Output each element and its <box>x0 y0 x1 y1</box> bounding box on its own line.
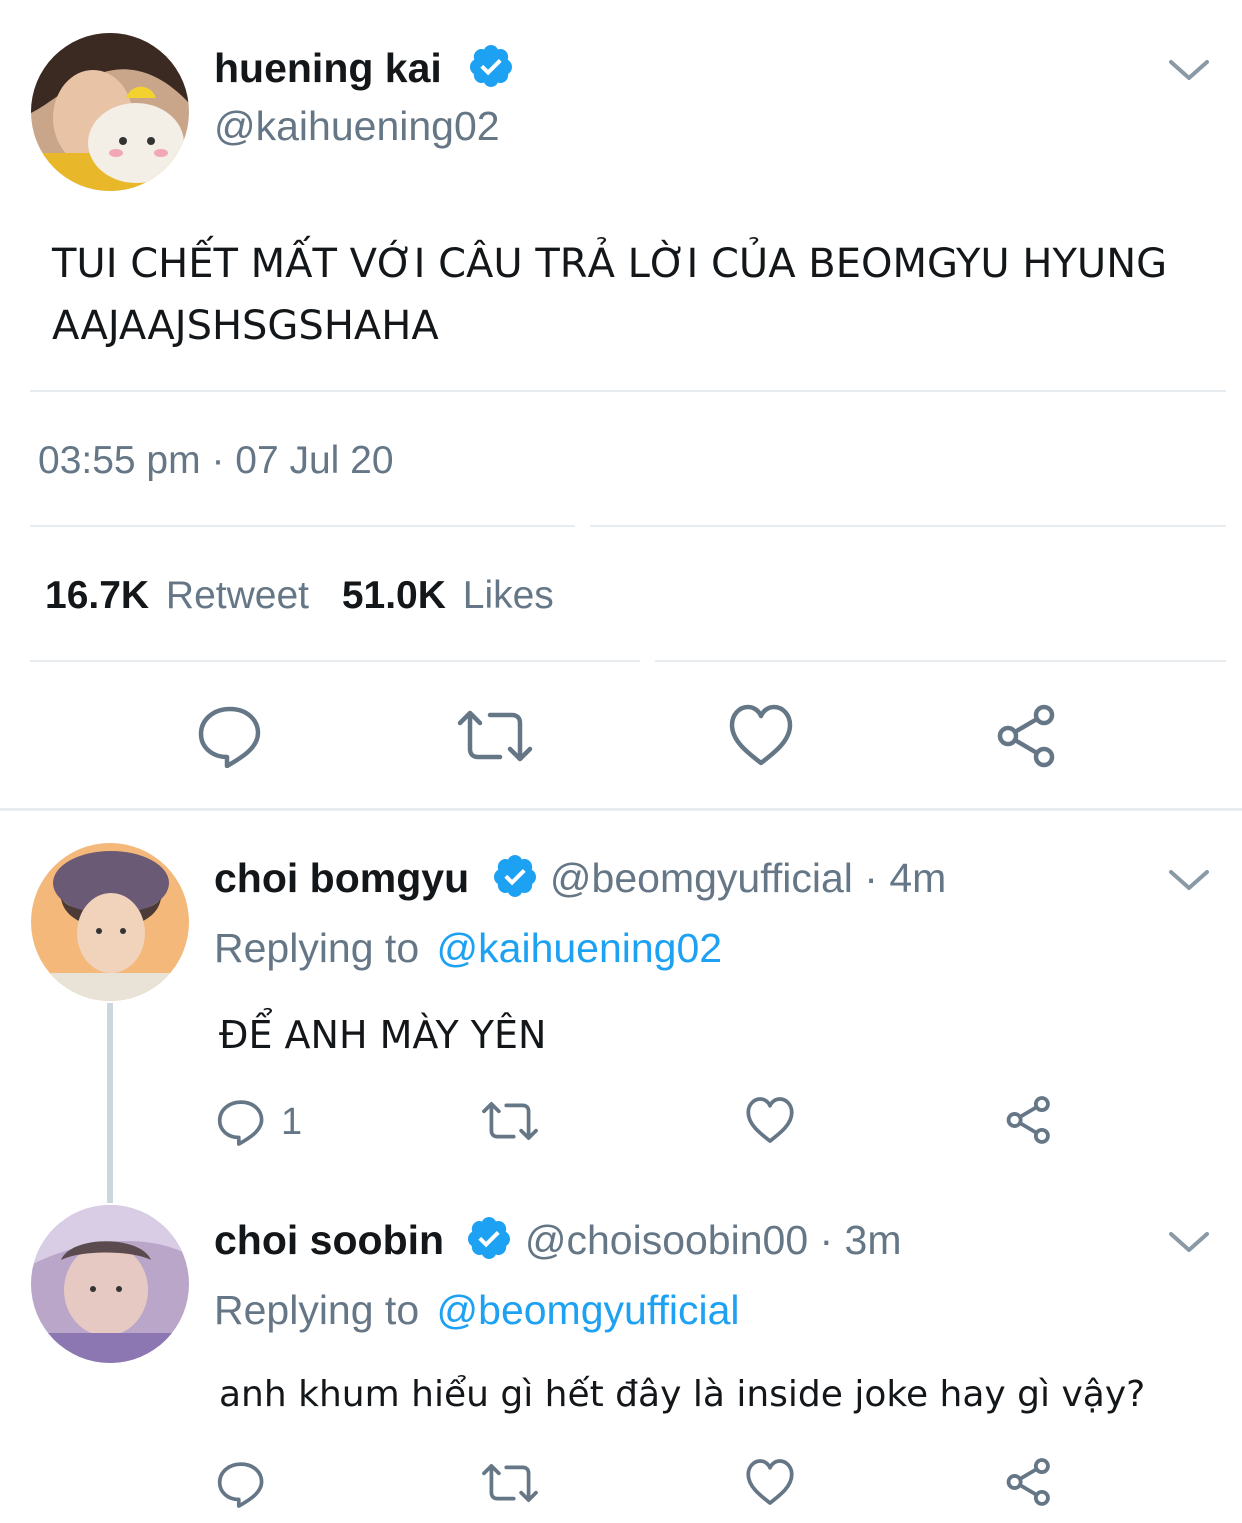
reply-2-handle[interactable]: @choisoobin00 <box>525 1217 808 1263</box>
retweet-label[interactable]: Retweet <box>166 574 309 617</box>
verified-badge-icon <box>465 1214 513 1272</box>
reply-icon[interactable] <box>196 704 264 768</box>
author-handle[interactable]: @kaihuening02 <box>214 102 500 150</box>
chevron-down-icon[interactable] <box>1168 866 1210 896</box>
verified-badge-icon <box>491 852 539 910</box>
verified-badge-icon <box>467 42 515 100</box>
thread-connector-line <box>107 1003 113 1203</box>
tweet-text-line-1: TUI CHẾT MẤT VỚI CÂU TRẢ LỜI CỦA BEOMGYU… <box>52 241 1168 287</box>
author-name[interactable]: huening kai <box>214 42 515 100</box>
avatar-choi-soobin[interactable] <box>31 1205 189 1363</box>
like-icon[interactable] <box>728 703 794 767</box>
replying-to-handle[interactable]: @kaihuening02 <box>437 925 723 971</box>
divider <box>30 525 575 527</box>
tweet-stats: 16.7K Retweet 51.0K Likes <box>45 573 554 619</box>
reply-1-author-name[interactable]: choi bomgyu <box>214 855 469 901</box>
retweet-count[interactable]: 16.7K <box>45 574 149 617</box>
divider <box>30 390 1226 392</box>
like-icon[interactable] <box>745 1458 795 1506</box>
likes-label[interactable]: Likes <box>463 574 554 617</box>
like-icon[interactable] <box>745 1096 795 1144</box>
reply-2-author-name[interactable]: choi soobin <box>214 1217 444 1263</box>
divider <box>30 660 640 662</box>
reply-icon[interactable] <box>216 1098 266 1146</box>
reply-2-header: choi soobin @choisoobin00 · 3m <box>214 1214 902 1272</box>
reply-1-reply-count: 1 <box>281 1101 303 1143</box>
reply-icon[interactable] <box>216 1460 266 1508</box>
author-name-text: huening kai <box>214 44 442 91</box>
avatar-choi-bomgyu[interactable] <box>31 843 189 1001</box>
share-icon[interactable] <box>1004 1457 1054 1507</box>
chevron-down-icon[interactable] <box>1168 1228 1210 1258</box>
retweet-icon[interactable] <box>456 707 534 765</box>
chevron-down-icon[interactable] <box>1168 56 1210 86</box>
replying-to-label: Replying to <box>214 925 420 971</box>
reply-2-time: · 3m <box>808 1216 902 1263</box>
section-separator <box>0 808 1242 811</box>
reply-1-replying-to: Replying to @kaihuening02 <box>214 924 722 972</box>
share-icon[interactable] <box>1004 1095 1054 1145</box>
reply-1-text: ĐỂ ANH MÀY YÊN <box>219 1013 547 1057</box>
replying-to-label: Replying to <box>214 1287 420 1333</box>
divider <box>655 660 1226 662</box>
reply-1-handle[interactable]: @beomgyufficial <box>550 855 853 901</box>
avatar-huening-kai[interactable] <box>31 33 189 191</box>
tweet-text-line-2: AAJAAJSHSGSHAHA <box>52 303 439 349</box>
reply-2-replying-to: Replying to @beomgyufficial <box>214 1286 740 1334</box>
retweet-icon[interactable] <box>481 1099 539 1143</box>
tweet-text: TUI CHẾT MẤT VỚI CÂU TRẢ LỜI CỦA BEOMGYU… <box>52 233 1167 357</box>
retweet-icon[interactable] <box>481 1461 539 1505</box>
reply-2-text: anh khum hiểu gì hết đây là inside joke … <box>219 1374 1146 1415</box>
tweet-timestamp[interactable]: 03:55 pm · 07 Jul 20 <box>38 438 394 484</box>
divider <box>590 525 1226 527</box>
reply-1-header: choi bomgyu @beomgyufficial · 4m <box>214 852 946 910</box>
likes-count[interactable]: 51.0K <box>342 574 446 617</box>
reply-1-time: · 4m <box>852 854 947 901</box>
replying-to-handle[interactable]: @beomgyufficial <box>437 1287 740 1333</box>
share-icon[interactable] <box>994 703 1060 769</box>
